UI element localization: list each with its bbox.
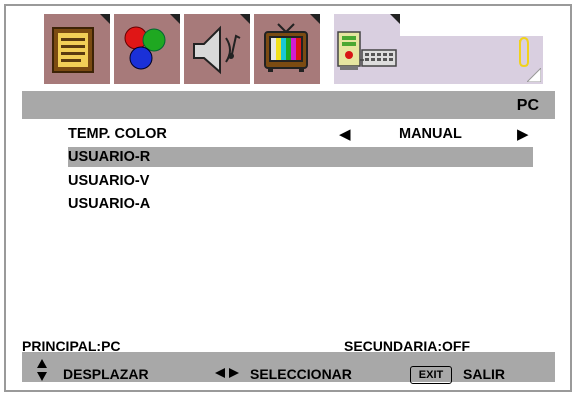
right-arrow-icon[interactable]: ▶	[517, 125, 529, 143]
menu-tab-bar	[44, 14, 543, 84]
select-hint-label: SELECCIONAR	[250, 366, 352, 382]
page-fold-icon	[527, 68, 541, 82]
exit-key-icon[interactable]: EXIT	[410, 366, 452, 384]
temp-color-value: MANUAL	[399, 126, 462, 142]
tab-corner-mark	[170, 14, 180, 24]
menu-item-usuario-a[interactable]: USUARIO-A	[68, 196, 150, 212]
left-arrow-icon[interactable]: ◀	[339, 125, 351, 143]
menu-item-label: USUARIO-V	[68, 173, 150, 189]
tab-color[interactable]	[114, 14, 180, 84]
menu-item-label: USUARIO-R	[68, 149, 151, 165]
document-picture-icon	[52, 27, 94, 73]
exit-hint-label: SALIR	[463, 366, 505, 382]
tab-corner-mark	[390, 14, 400, 24]
tab-pc[interactable]	[334, 14, 400, 84]
menu-header-bar: PC	[22, 91, 555, 119]
menu-item-usuario-v[interactable]: USUARIO-V	[68, 173, 149, 189]
tab-tv[interactable]	[254, 14, 320, 84]
menu-item-temp-color[interactable]: TEMP. COLOR	[68, 126, 167, 142]
tab-audio[interactable]	[184, 14, 250, 84]
rgb-circles-icon	[124, 26, 166, 70]
tab-corner-mark	[310, 14, 320, 24]
menu-item-label: TEMP. COLOR	[68, 126, 167, 142]
menu-title: PC	[516, 97, 539, 114]
scroll-hint-label: DESPLAZAR	[63, 366, 149, 382]
paperclip-icon	[519, 36, 529, 68]
pc-computer-icon	[337, 31, 397, 70]
tv-icon	[264, 23, 308, 72]
tab-corner-mark	[100, 14, 110, 24]
menu-item-usuario-r[interactable]: USUARIO-R	[68, 149, 150, 165]
tab-image[interactable]	[44, 14, 110, 84]
menu-item-label: USUARIO-A	[68, 196, 151, 212]
speaker-icon	[193, 25, 241, 75]
left-right-arrows-icon	[215, 368, 239, 378]
tab-corner-mark	[240, 14, 250, 24]
up-down-arrows-icon	[37, 359, 47, 381]
